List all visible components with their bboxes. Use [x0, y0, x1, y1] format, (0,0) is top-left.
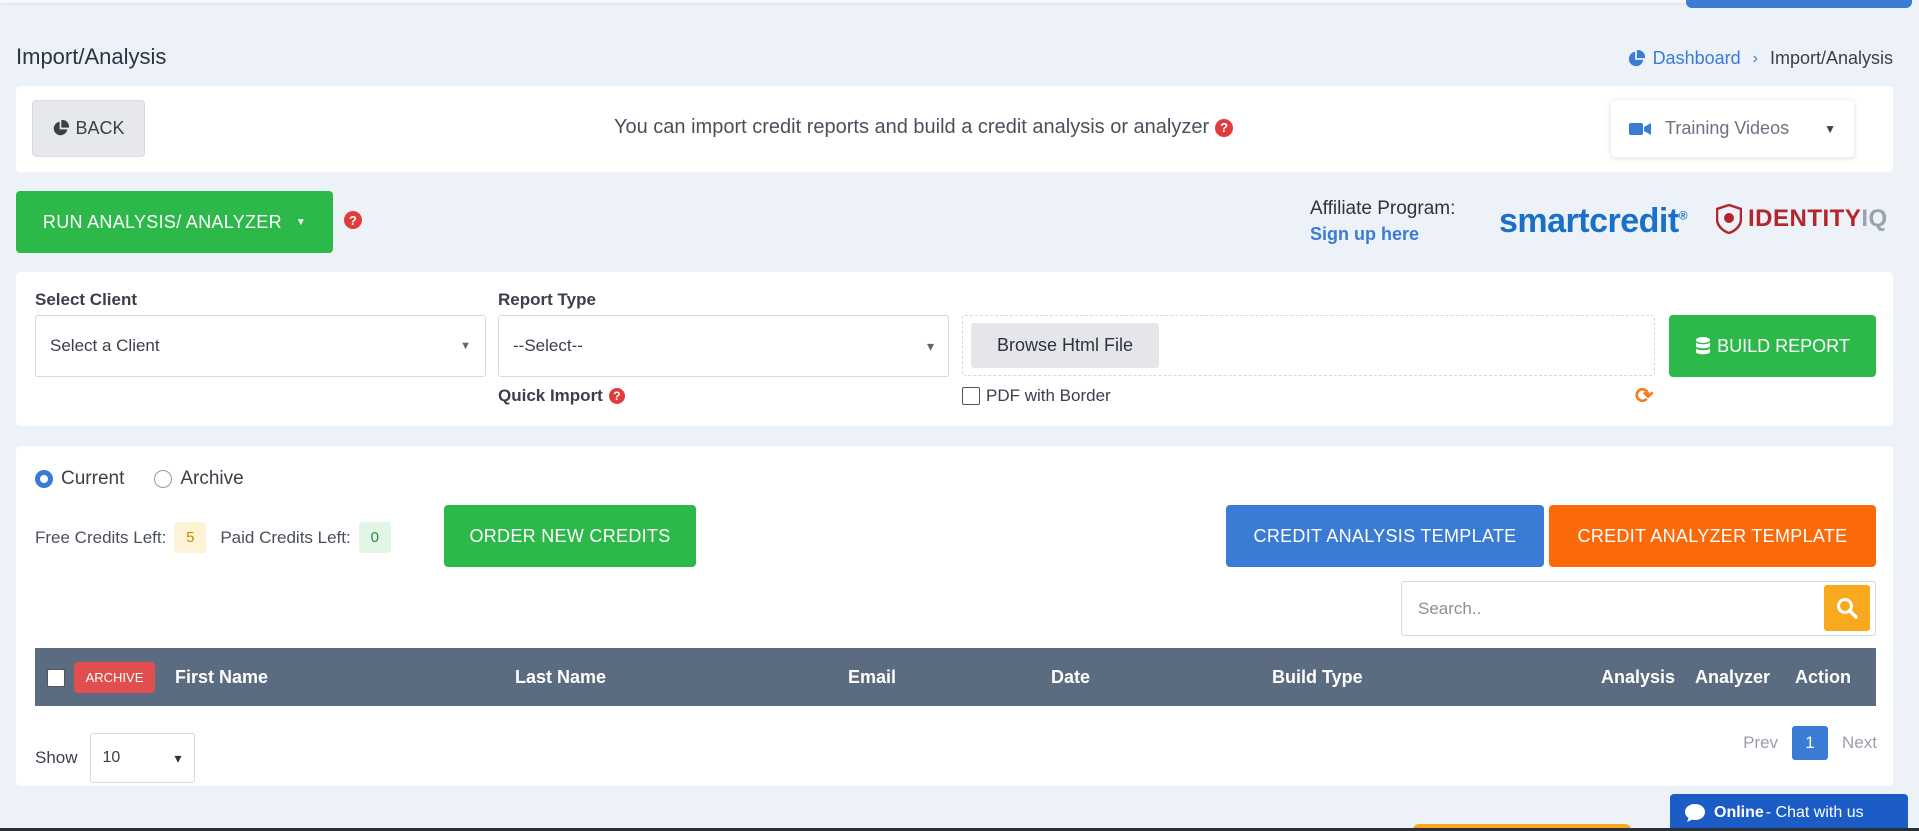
- run-analysis-button[interactable]: RUN ANALYSIS/ ANALYZER ▼: [16, 191, 333, 253]
- paid-credits-label: Paid Credits Left:: [220, 527, 351, 547]
- breadcrumb: Dashboard › Import/Analysis: [1627, 48, 1893, 69]
- caret-down-icon: ▼: [460, 340, 471, 352]
- free-credits-badge: 5: [174, 522, 207, 553]
- back-button[interactable]: BACK: [32, 100, 145, 157]
- breadcrumb-dashboard-link[interactable]: Dashboard: [1627, 48, 1741, 69]
- chevron-right-icon: ›: [1752, 49, 1758, 67]
- breadcrumb-current: Import/Analysis: [1769, 48, 1893, 68]
- paid-credits-badge: 0: [358, 522, 391, 553]
- pdf-border-label: PDF with Border: [986, 386, 1111, 405]
- page-1-button[interactable]: 1: [1792, 726, 1829, 760]
- training-videos-label: Training Videos: [1665, 118, 1790, 138]
- search-icon: [1837, 598, 1858, 619]
- table-header: ARCHIVE First Name Last Name Email Date …: [35, 648, 1876, 706]
- browse-html-file-button[interactable]: Browse Html File: [971, 323, 1159, 368]
- chat-bubble-icon: [1685, 803, 1705, 822]
- question-icon[interactable]: ?: [608, 388, 625, 404]
- page-size-control: Show 10 ▾: [35, 733, 195, 783]
- shield-icon: [1716, 204, 1742, 234]
- page-title: Import/Analysis: [16, 44, 167, 69]
- search-button[interactable]: [1824, 585, 1870, 631]
- pagination: Prev 1 Next: [1743, 726, 1877, 760]
- identity-text: IDENTITY: [1748, 205, 1862, 232]
- column-last-name[interactable]: Last Name: [515, 667, 606, 688]
- top-navbar-edge: [0, 0, 1880, 3]
- column-first-name[interactable]: First Name: [175, 667, 268, 688]
- search-input[interactable]: Search..: [1401, 581, 1876, 636]
- credits-summary: Free Credits Left: 5 Paid Credits Left: …: [35, 522, 391, 553]
- pie-chart-icon: [1628, 49, 1645, 66]
- prev-page-button[interactable]: Prev: [1743, 733, 1778, 753]
- back-label: BACK: [75, 118, 125, 138]
- caret-down-icon: ▼: [295, 216, 307, 228]
- client-select[interactable]: Select a Client ▼: [35, 315, 486, 377]
- pdf-border-checkbox[interactable]: [962, 387, 980, 405]
- video-camera-icon: [1629, 122, 1651, 135]
- column-analyzer[interactable]: Analyzer: [1695, 667, 1770, 688]
- order-new-credits-button[interactable]: ORDER NEW CREDITS: [444, 505, 696, 567]
- database-icon: [1696, 337, 1711, 355]
- chat-text: - Chat with us: [1765, 803, 1864, 821]
- import-info-text: You can import credit reports and build …: [614, 116, 1234, 139]
- page-size-value: 10: [102, 749, 121, 766]
- chat-status: Online: [1714, 803, 1764, 821]
- pdf-border-option: PDF with Border: [962, 386, 1111, 406]
- build-report-button[interactable]: BUILD REPORT: [1669, 315, 1876, 377]
- free-credits-label: Free Credits Left:: [35, 527, 167, 547]
- caret-down-icon: ▾: [174, 749, 182, 766]
- affiliate-signup-link[interactable]: Sign up here: [1310, 224, 1419, 245]
- pie-chart-icon: [54, 120, 70, 136]
- report-type-value: --Select--: [513, 336, 583, 355]
- archive-button[interactable]: ARCHIVE: [74, 662, 155, 693]
- report-type-label: Report Type: [498, 290, 596, 309]
- caret-down-icon: ▼: [1824, 121, 1836, 136]
- breadcrumb-home-label: Dashboard: [1652, 48, 1741, 68]
- next-page-button[interactable]: Next: [1842, 733, 1877, 753]
- smartcredit-logo-text: smartcredit: [1499, 202, 1679, 240]
- radio-current-input[interactable]: [35, 469, 53, 488]
- radio-current-label: Current: [61, 468, 125, 489]
- column-date[interactable]: Date: [1051, 667, 1090, 688]
- smartcredit-logo[interactable]: smartcredit®: [1499, 202, 1688, 241]
- radio-archive-label: Archive: [180, 468, 244, 489]
- quick-import-text: Quick Import: [498, 386, 603, 405]
- column-build-type[interactable]: Build Type: [1272, 667, 1363, 688]
- radio-archive[interactable]: Archive: [154, 468, 244, 490]
- live-chat-button[interactable]: Online - Chat with us: [1670, 794, 1908, 831]
- info-message: You can import credit reports and build …: [614, 116, 1210, 138]
- column-action: Action: [1795, 667, 1851, 687]
- build-report-label: BUILD REPORT: [1717, 335, 1850, 356]
- question-icon[interactable]: ?: [1215, 118, 1234, 137]
- caret-down-icon: ▾: [926, 337, 934, 354]
- credit-analysis-template-button[interactable]: CREDIT ANALYSIS TEMPLATE: [1226, 505, 1544, 567]
- top-right-button[interactable]: [1686, 0, 1912, 8]
- show-label: Show: [35, 748, 78, 767]
- radio-archive-input[interactable]: [154, 469, 173, 488]
- radio-current[interactable]: Current: [35, 468, 124, 490]
- column-email[interactable]: Email: [848, 667, 896, 688]
- affiliate-label: Affiliate Program:: [1310, 198, 1456, 219]
- quick-import-label: Quick Import ?: [498, 386, 625, 406]
- iq-text: IQ: [1861, 205, 1888, 232]
- run-analysis-label: RUN ANALYSIS/ ANALYZER: [42, 211, 282, 232]
- credit-analyzer-template-button[interactable]: CREDIT ANALYZER TEMPLATE: [1549, 505, 1876, 567]
- list-filter-radios: Current Archive: [35, 468, 244, 490]
- report-type-select[interactable]: --Select-- ▾: [498, 315, 949, 377]
- client-select-value: Select a Client: [50, 336, 160, 355]
- column-analysis[interactable]: Analysis: [1601, 667, 1675, 688]
- page-size-select[interactable]: 10 ▾: [89, 733, 195, 783]
- select-all-checkbox[interactable]: [47, 669, 65, 687]
- select-client-label: Select Client: [35, 290, 138, 309]
- question-icon[interactable]: ?: [344, 211, 362, 229]
- training-videos-dropdown[interactable]: Training Videos ▼: [1611, 100, 1854, 157]
- refresh-icon[interactable]: ⟳: [1635, 383, 1653, 409]
- identityiq-logo[interactable]: IDENTITYIQ: [1716, 204, 1888, 234]
